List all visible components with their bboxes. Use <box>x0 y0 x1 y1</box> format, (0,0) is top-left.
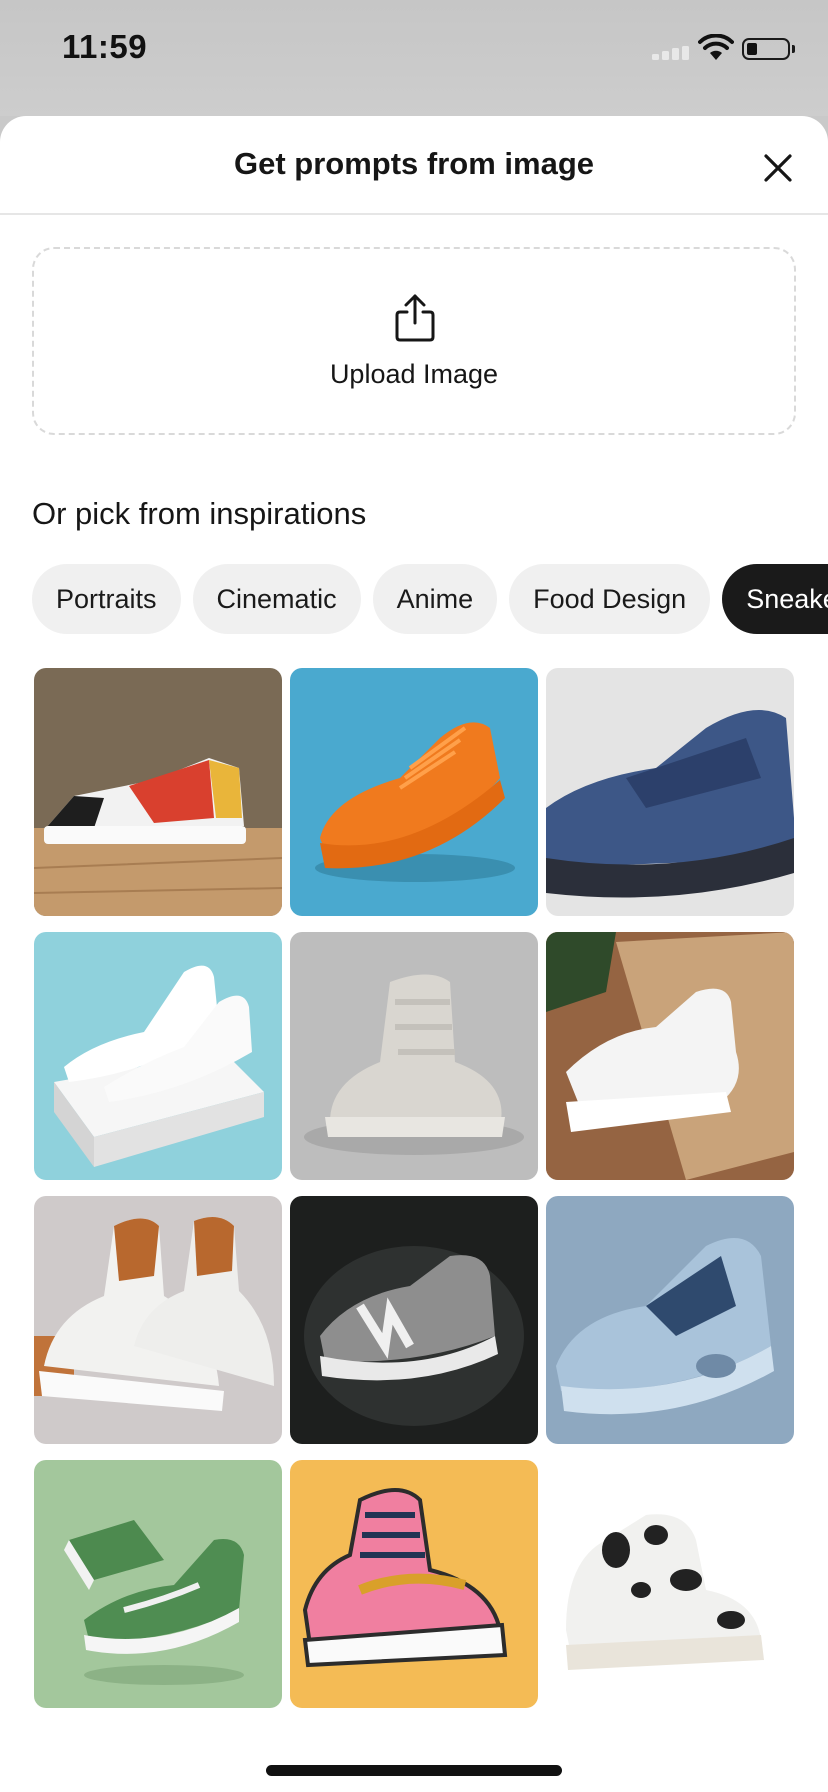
upload-image-button[interactable]: Upload Image <box>32 247 796 435</box>
category-chips: PortraitsCinematicAnimeFood DesignSneake… <box>32 564 828 634</box>
sneaker-image <box>290 1196 538 1444</box>
sheet-header: Get prompts from image <box>0 116 828 215</box>
gallery-tile-light-blue-sneaker[interactable] <box>546 1196 794 1444</box>
battery-icon <box>742 38 790 60</box>
gallery-tile-sneaker-in-box[interactable] <box>546 932 794 1180</box>
gallery-tile-grey-high-top[interactable] <box>290 932 538 1180</box>
chip-sneakers[interactable]: Sneakers <box>722 564 828 634</box>
wifi-icon <box>698 34 734 60</box>
upload-image-label: Upload Image <box>329 359 499 389</box>
inspirations-heading: Or pick from inspirations <box>32 496 367 531</box>
gallery-tile-navy-sneaker[interactable] <box>546 668 794 916</box>
chip-portraits[interactable]: Portraits <box>32 564 181 634</box>
gallery-tile-cow-print-high-top[interactable] <box>546 1460 794 1708</box>
status-time: 11:59 <box>62 28 148 65</box>
sneaker-image <box>34 1460 282 1708</box>
sneaker-image <box>546 668 794 916</box>
home-indicator[interactable] <box>266 1765 562 1776</box>
sneaker-image <box>290 1460 538 1708</box>
chip-cinematic[interactable]: Cinematic <box>192 564 361 634</box>
sneaker-image <box>546 1196 794 1444</box>
sneaker-image <box>34 668 282 916</box>
close-icon[interactable] <box>758 148 798 188</box>
share-upload-icon <box>395 294 435 342</box>
gallery-tile-white-tan-sneakers[interactable] <box>34 1196 282 1444</box>
sneaker-image <box>546 932 794 1180</box>
sneaker-image <box>546 1460 794 1708</box>
status-bar: 11:59 <box>0 0 828 116</box>
chip-food-design[interactable]: Food Design <box>509 564 711 634</box>
gallery-tile-colorful-sneaker[interactable] <box>34 668 282 916</box>
chip-anime[interactable]: Anime <box>372 564 498 634</box>
battery-cap <box>792 45 795 53</box>
sneaker-image <box>34 932 282 1180</box>
prompt-from-image-sheet: Get prompts from image Upload Image Or p… <box>0 116 828 1792</box>
gallery-tile-pink-high-top[interactable] <box>290 1460 538 1708</box>
gallery-tile-grey-n-sneaker[interactable] <box>290 1196 538 1444</box>
sneaker-image <box>34 1196 282 1444</box>
gallery-tile-green-skate-shoes[interactable] <box>34 1460 282 1708</box>
sneaker-image <box>290 668 538 916</box>
sneaker-image <box>290 932 538 1180</box>
gallery-tile-white-sneakers-box[interactable] <box>34 932 282 1180</box>
cellular-signal-icon <box>652 46 690 60</box>
sheet-title: Get prompts from image <box>234 146 594 181</box>
gallery-tile-orange-sneaker[interactable] <box>290 668 538 916</box>
